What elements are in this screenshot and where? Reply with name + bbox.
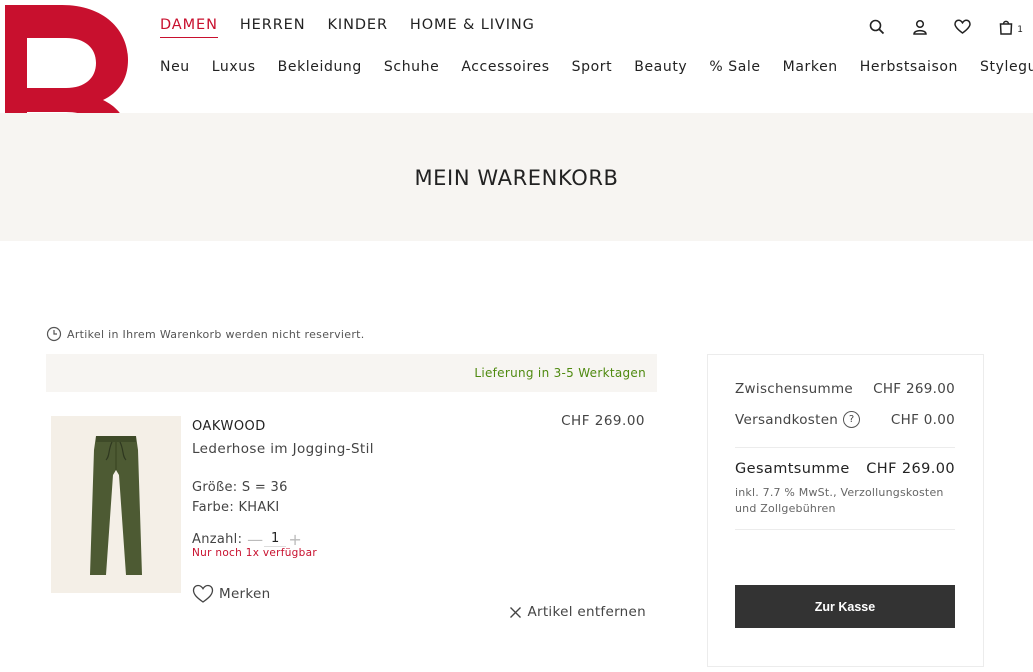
subtotal-value: CHF 269.00 — [873, 381, 955, 397]
subtotal-row: Zwischensumme CHF 269.00 — [735, 381, 955, 397]
cat-sale[interactable]: % Sale — [709, 59, 760, 75]
total-label: Gesamtsumme — [735, 461, 850, 477]
summary-divider-2 — [735, 529, 955, 530]
heart-icon — [192, 584, 214, 603]
product-price: CHF 269.00 — [561, 413, 645, 429]
clock-icon — [46, 326, 62, 342]
nav-herren[interactable]: HERREN — [240, 17, 306, 38]
cat-herbstsaison[interactable]: Herbstsaison — [860, 59, 958, 75]
shipping-label: Versandkosten — [735, 411, 839, 428]
wishlist-heart-icon[interactable] — [941, 16, 984, 38]
quantity-label: Anzahl: — [192, 531, 243, 547]
quantity-stepper: — 1 + — [246, 530, 304, 549]
nav-home-living[interactable]: HOME & LIVING — [410, 17, 535, 38]
cart-count-badge: 1 — [1017, 25, 1023, 35]
quantity-row: Anzahl: — 1 + — [192, 530, 304, 549]
cat-styleguide[interactable]: Styleguide — [980, 59, 1033, 75]
utility-icons: 1 — [855, 16, 1027, 38]
cat-luxus[interactable]: Luxus — [212, 59, 256, 75]
product-image[interactable] — [51, 416, 181, 593]
close-icon — [510, 606, 522, 618]
product-size: Größe: S = 36 — [192, 480, 288, 495]
wishlist-label: Merken — [219, 586, 271, 602]
total-row: Gesamtsumme CHF 269.00 — [735, 461, 955, 477]
cat-marken[interactable]: Marken — [783, 59, 838, 75]
nav-damen[interactable]: DAMEN — [160, 17, 218, 38]
product-name[interactable]: Lederhose im Jogging-Stil — [192, 441, 374, 457]
cat-schuhe[interactable]: Schuhe — [384, 59, 439, 75]
nav-kinder[interactable]: KINDER — [327, 17, 387, 38]
account-icon[interactable] — [898, 16, 941, 38]
gender-nav: DAMEN HERREN KINDER HOME & LIVING — [160, 17, 557, 38]
quantity-increase-button[interactable]: + — [286, 530, 304, 549]
delivery-bar: Lieferung in 3-5 Werktagen — [46, 354, 657, 392]
order-summary: Zwischensumme CHF 269.00 Versandkosten ?… — [707, 354, 984, 667]
page-title: MEIN WARENKORB — [414, 166, 619, 190]
notice-text: Artikel in Ihrem Warenkorb werden nicht … — [67, 327, 365, 341]
category-nav: Neu Luxus Bekleidung Schuhe Accessoires … — [160, 59, 1033, 75]
search-icon[interactable] — [855, 16, 898, 38]
cat-beauty[interactable]: Beauty — [634, 59, 687, 75]
shipping-row: Versandkosten ? CHF 0.00 — [735, 411, 955, 428]
khaki-leather-trousers-image — [90, 435, 142, 575]
cat-bekleidung[interactable]: Bekleidung — [278, 59, 362, 75]
cart-bag-icon[interactable]: 1 — [984, 16, 1027, 38]
reservation-notice: Artikel in Ihrem Warenkorb werden nicht … — [46, 326, 365, 342]
shipping-value: CHF 0.00 — [890, 411, 955, 428]
quantity-value[interactable]: 1 — [264, 531, 287, 547]
remove-item-label: Artikel entfernen — [527, 604, 646, 620]
checkout-button[interactable]: Zur Kasse — [735, 585, 955, 628]
cat-sport[interactable]: Sport — [572, 59, 613, 75]
cat-accessoires[interactable]: Accessoires — [461, 59, 549, 75]
shipping-help-icon[interactable]: ? — [843, 411, 861, 428]
summary-divider — [735, 447, 955, 448]
page-header-band: MEIN WARENKORB — [0, 113, 1033, 241]
wishlist-button[interactable]: Merken — [192, 584, 271, 604]
product-color: Farbe: KHAKI — [192, 500, 280, 515]
availability-warning: Nur noch 1x verfügbar — [192, 547, 317, 559]
tax-note: inkl. 7.7 % MwSt., Verzollungskosten und… — [735, 486, 944, 515]
remove-item-button[interactable]: Artikel entfernen — [509, 604, 646, 620]
total-value: CHF 269.00 — [866, 461, 955, 477]
cat-neu[interactable]: Neu — [160, 59, 190, 75]
quantity-decrease-button[interactable]: — — [246, 530, 264, 549]
delivery-text: Lieferung in 3-5 Werktagen — [474, 366, 646, 380]
subtotal-label: Zwischensumme — [735, 381, 854, 397]
product-brand[interactable]: OAKWOOD — [192, 419, 266, 434]
